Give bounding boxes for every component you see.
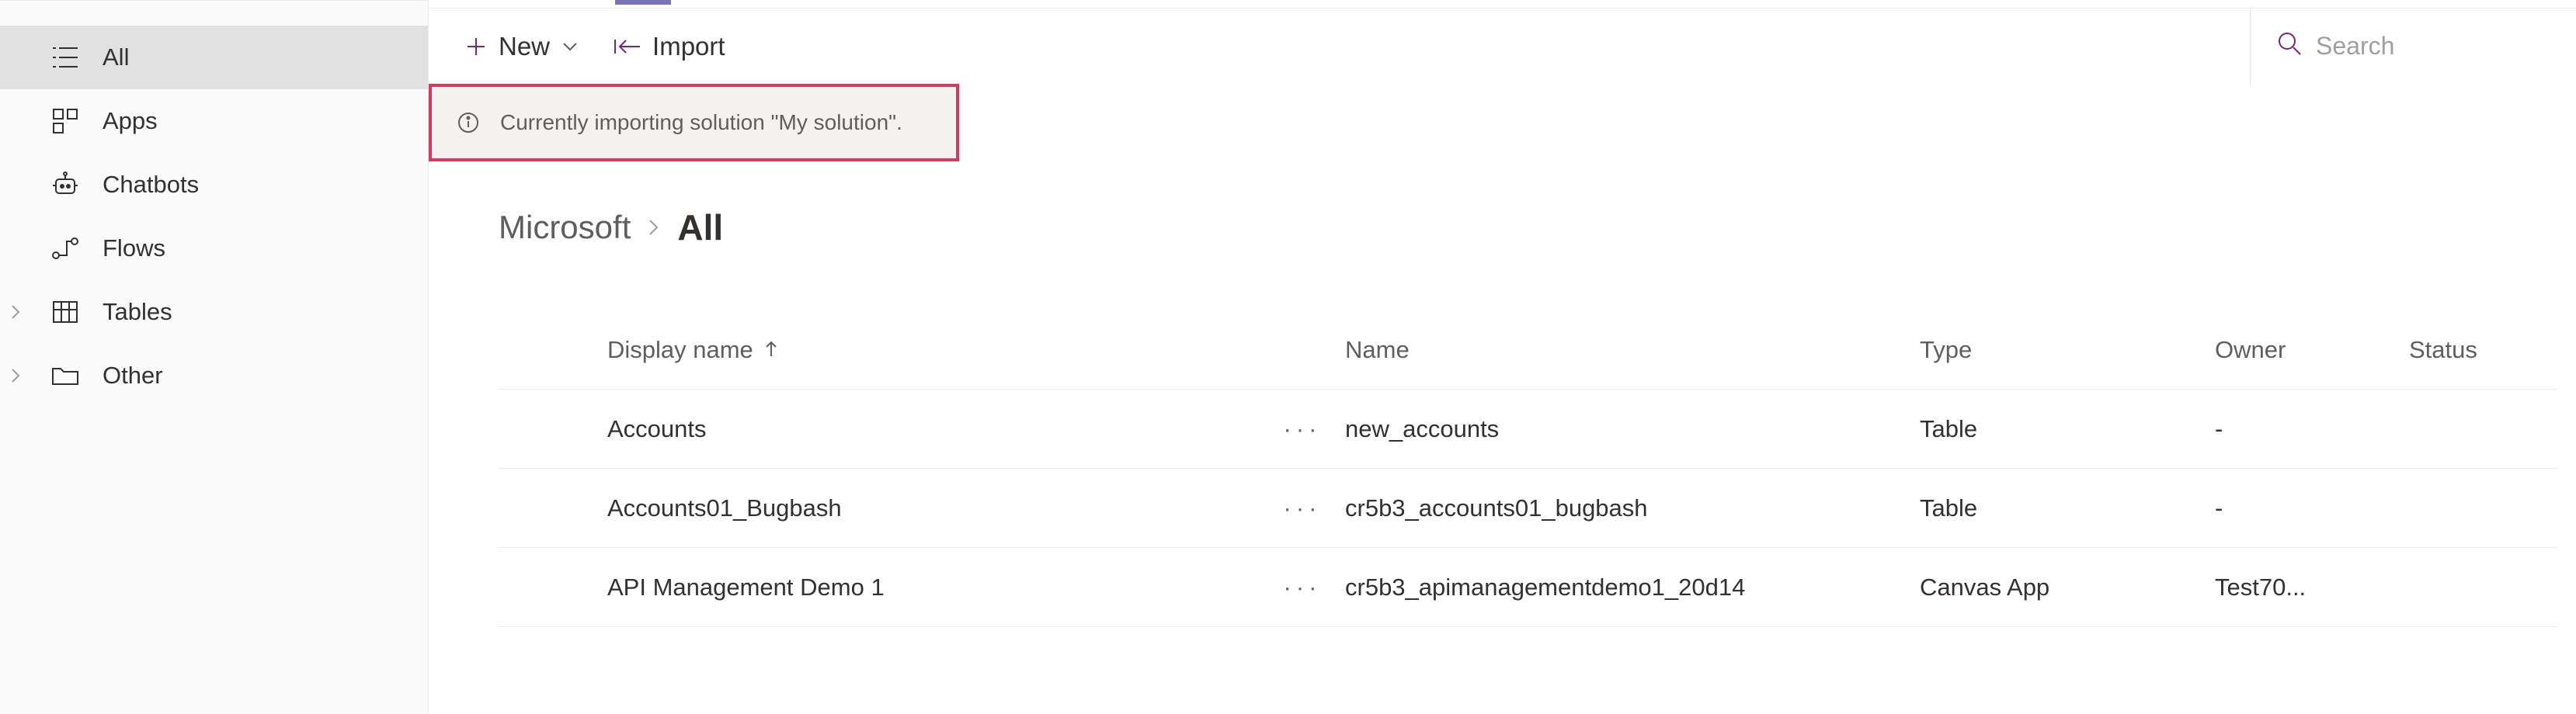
table-icon [42, 300, 89, 324]
import-status-banner: Currently importing solution "My solutio… [429, 84, 959, 161]
cell-display-name: Accounts01_Bugbash [607, 494, 1260, 522]
breadcrumb: Microsoft All [499, 206, 2557, 248]
import-icon [614, 36, 641, 57]
search-box[interactable] [2250, 9, 2576, 85]
cell-owner: - [2215, 415, 2409, 443]
import-button[interactable]: Import [614, 9, 725, 85]
table-row[interactable]: Accounts01_Bugbash ··· cr5b3_accounts01_… [499, 469, 2557, 548]
cell-type: Canvas App [1920, 574, 2215, 601]
cell-type: Table [1920, 415, 2215, 443]
sidebar-item-all[interactable]: All [0, 26, 428, 89]
cell-name: cr5b3_accounts01_bugbash [1345, 494, 1920, 522]
new-button-label: New [499, 32, 550, 61]
grid-header-row: Display name Name Type Owner Status [499, 310, 2557, 390]
search-input[interactable] [2316, 32, 2549, 61]
header-name[interactable]: Name [1345, 336, 1920, 364]
header-owner[interactable]: Owner [2215, 336, 2409, 364]
breadcrumb-root[interactable]: Microsoft [499, 209, 631, 246]
header-type[interactable]: Type [1920, 336, 2215, 364]
active-tab-indicator [615, 0, 671, 5]
sort-asc-icon [764, 336, 778, 364]
sidebar-item-label: All [103, 43, 129, 71]
chevron-right-icon [646, 216, 662, 239]
app-grid-icon [42, 108, 89, 134]
sidebar-item-label: Flows [103, 234, 165, 262]
sidebar-item-apps[interactable]: Apps [0, 89, 428, 153]
sidebar-item-tables[interactable]: Tables [0, 280, 428, 344]
cell-display-name: Accounts [607, 415, 1260, 443]
list-icon [42, 45, 89, 70]
tab-indicator-row [429, 0, 2576, 8]
search-icon [2277, 31, 2302, 62]
folder-icon [42, 364, 89, 387]
data-grid: Display name Name Type Owner Status Acco… [499, 310, 2557, 627]
cell-name: cr5b3_apimanagementdemo1_20d14 [1345, 574, 1920, 601]
main: New Import [429, 0, 2576, 714]
sidebar-item-other[interactable]: Other [0, 344, 428, 407]
sidebar-item-chatbots[interactable]: Chatbots [0, 153, 428, 217]
flow-icon [42, 237, 89, 260]
row-actions-button[interactable]: ··· [1260, 574, 1345, 601]
cell-owner: Test70... [2215, 574, 2409, 601]
command-bar: New Import [429, 8, 2576, 84]
chevron-right-icon[interactable] [3, 366, 28, 385]
row-actions-button[interactable]: ··· [1260, 415, 1345, 443]
content: Microsoft All Display name Name [429, 161, 2576, 714]
cell-name: new_accounts [1345, 415, 1920, 443]
new-button[interactable]: New [464, 9, 579, 85]
sidebar-item-flows[interactable]: Flows [0, 217, 428, 280]
table-row[interactable]: API Management Demo 1 ··· cr5b3_apimanag… [499, 548, 2557, 627]
table-row[interactable]: Accounts ··· new_accounts Table - [499, 390, 2557, 469]
row-actions-button[interactable]: ··· [1260, 494, 1345, 522]
chevron-right-icon[interactable] [3, 303, 28, 321]
breadcrumb-current: All [677, 206, 723, 248]
sidebar-item-label: Other [103, 362, 163, 390]
header-status[interactable]: Status [2409, 336, 2564, 364]
banner-text: Currently importing solution "My solutio… [500, 110, 902, 135]
sidebar-item-label: Tables [103, 298, 172, 326]
cell-type: Table [1920, 494, 2215, 522]
cell-display-name: API Management Demo 1 [607, 574, 1260, 601]
sidebar-item-label: Chatbots [103, 171, 199, 199]
plus-icon [464, 35, 488, 58]
bot-icon [42, 172, 89, 198]
sidebar-item-label: Apps [103, 107, 158, 135]
cell-owner: - [2215, 494, 2409, 522]
import-button-label: Import [652, 32, 725, 61]
header-display-name[interactable]: Display name [607, 336, 1260, 364]
chevron-down-icon [561, 40, 579, 53]
info-icon [457, 111, 480, 134]
sidebar: All Apps Chatbots Flows [0, 0, 429, 714]
